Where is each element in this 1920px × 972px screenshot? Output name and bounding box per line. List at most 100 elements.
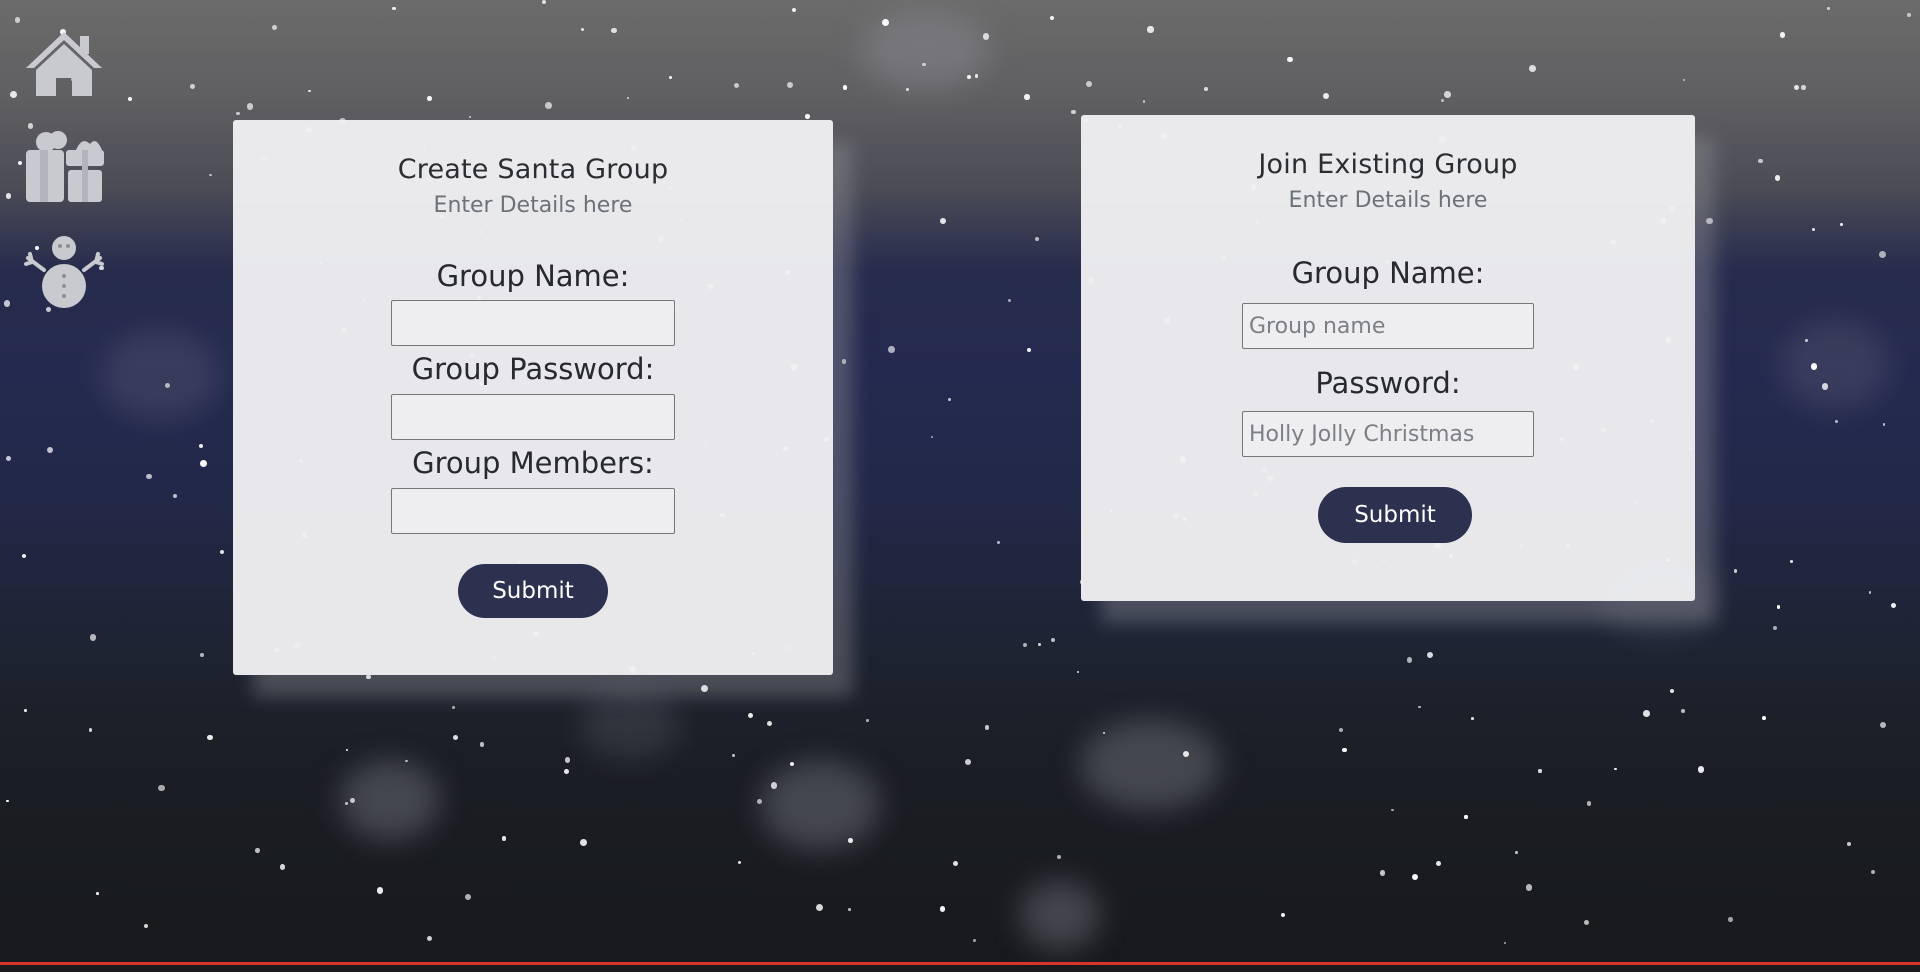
snowflake (1834, 420, 1839, 424)
join-submit-button[interactable]: Submit (1318, 487, 1472, 543)
snowflake (1810, 363, 1818, 370)
home-icon (26, 32, 102, 96)
snowflake (452, 734, 458, 740)
snowflake (767, 720, 773, 726)
snowflake (580, 28, 584, 31)
snowflake (426, 935, 432, 941)
snowflake (1470, 717, 1474, 720)
create-submit-button[interactable]: Submit (458, 564, 608, 618)
bokeh-light (1780, 320, 1890, 410)
join-password-label: Password: (1315, 366, 1461, 400)
snowflake (952, 861, 959, 867)
bokeh-light (580, 690, 680, 760)
snowman-icon (24, 236, 104, 308)
snowflake (24, 709, 27, 712)
snowflake (964, 758, 971, 765)
snowflake (579, 838, 587, 846)
snowflake (144, 924, 149, 929)
snowflake (365, 674, 371, 680)
snowflake (480, 742, 485, 747)
snowflake (198, 444, 204, 449)
snowflake (200, 652, 204, 657)
snowflake (815, 904, 823, 912)
snowflake (1821, 383, 1829, 390)
snowflake (1779, 32, 1786, 38)
snowflake (737, 860, 742, 865)
join-group-name-input[interactable] (1242, 303, 1534, 349)
snowflake (1538, 769, 1542, 773)
snowflake (1085, 80, 1093, 88)
snowflake (1706, 217, 1714, 225)
snowflake (733, 82, 739, 88)
home-button[interactable] (20, 24, 108, 104)
snowflake (9, 91, 17, 98)
snowflake (982, 33, 990, 41)
bokeh-light (100, 330, 220, 420)
snowflake (1391, 808, 1395, 812)
join-password-input[interactable] (1242, 411, 1534, 457)
snowman-button[interactable] (20, 232, 108, 312)
snowflake (1776, 605, 1781, 609)
snowflake (255, 848, 260, 853)
snowflake (1812, 228, 1816, 232)
snowflake (279, 864, 285, 870)
group-name-input[interactable] (391, 300, 675, 346)
snowflake (1529, 64, 1536, 72)
snowflake (345, 748, 349, 752)
snowflake (848, 838, 853, 843)
snowflake (1728, 917, 1733, 922)
snowflake (1412, 873, 1419, 880)
snowflake (5, 799, 9, 803)
snowflake (1034, 237, 1039, 242)
snowflake (1464, 815, 1468, 819)
snowflake (922, 63, 926, 67)
snowflake (1583, 919, 1590, 926)
snowflake (88, 728, 93, 732)
snowflake (1379, 870, 1386, 876)
snowflake (1868, 591, 1871, 594)
snowflake (866, 719, 869, 722)
snowflake (1878, 251, 1886, 259)
join-group-title: Join Existing Group (1258, 149, 1518, 180)
snowflake (1515, 851, 1518, 855)
snowflake (1024, 94, 1030, 100)
snowflake (344, 801, 348, 806)
snowflake (219, 550, 224, 555)
snowflake (1801, 84, 1806, 90)
snowflake (128, 97, 133, 102)
snowflake (5, 455, 12, 461)
snowflake (1287, 56, 1293, 63)
group-password-input[interactable] (391, 394, 675, 440)
snowflake (1049, 15, 1054, 21)
snowflake (1076, 670, 1079, 673)
snowflake (747, 713, 753, 719)
snowflake (1775, 175, 1781, 181)
snowflake (1051, 638, 1056, 643)
snowflake (842, 84, 848, 90)
snowflake (626, 96, 630, 100)
snowflake (1880, 722, 1887, 729)
snowflake (1342, 747, 1347, 753)
snowflake (930, 435, 933, 438)
snowflake (1071, 109, 1076, 115)
snowflake (464, 894, 471, 901)
snowflake (1907, 13, 1911, 17)
snowflake (1758, 159, 1763, 164)
snowflake (1280, 912, 1285, 917)
snowflake (308, 90, 311, 93)
group-password-label: Group Password: (411, 352, 655, 386)
group-members-input[interactable] (391, 488, 675, 534)
snowflake (1027, 347, 1032, 352)
bokeh-light (1020, 880, 1100, 950)
snowflake (1614, 767, 1617, 771)
snowflake (701, 685, 709, 693)
snowflake (200, 460, 208, 468)
snowflake (1056, 855, 1062, 860)
snowflake (1882, 423, 1886, 427)
snowflake (95, 892, 99, 896)
snowflake (1793, 85, 1799, 91)
snowflake (1870, 869, 1875, 875)
snowflake (1147, 26, 1154, 33)
snowflake (1804, 338, 1808, 342)
gift-button[interactable] (20, 128, 108, 208)
